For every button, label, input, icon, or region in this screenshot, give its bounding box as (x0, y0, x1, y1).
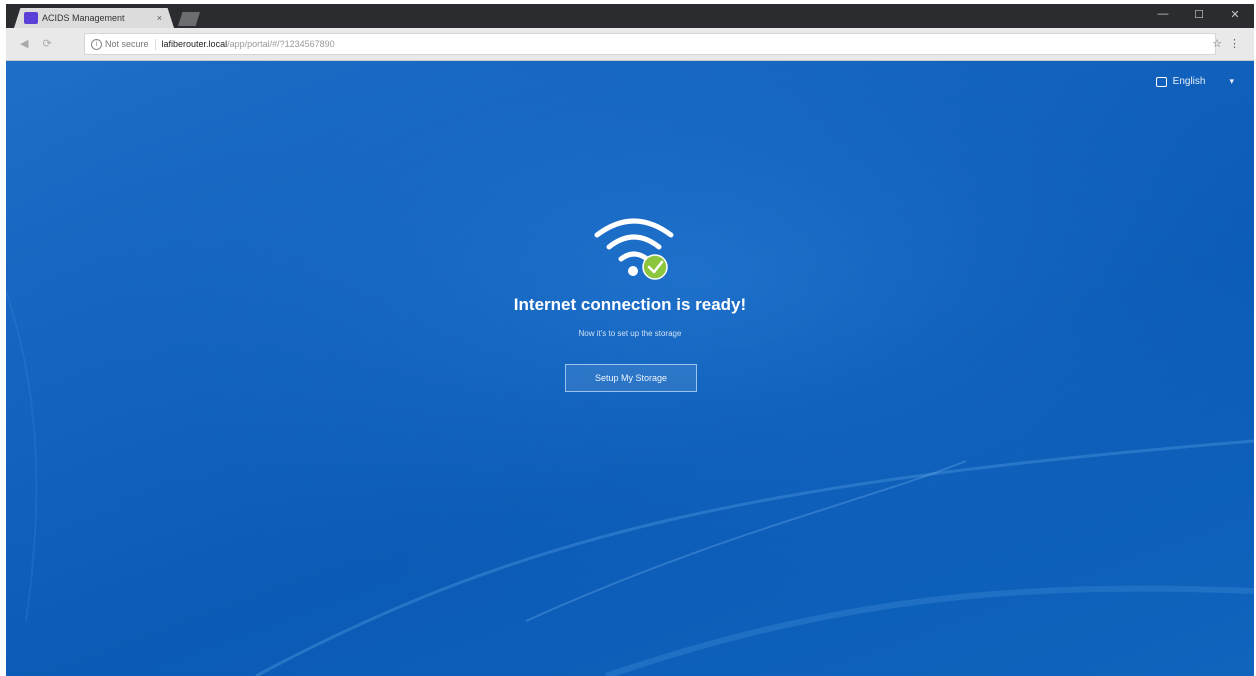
tab-bar: ACIDS Management × — ☐ ✕ (6, 4, 1254, 28)
maximize-icon[interactable]: ☐ (1192, 8, 1206, 21)
security-indicator[interactable]: i Not secure (91, 38, 156, 50)
chevron-down-icon: ▾ (1229, 76, 1234, 86)
tab-favicon-icon (24, 12, 38, 24)
browser-toolbar: ◀ ⟳ i Not secure lafiberouter.local /app… (6, 28, 1254, 61)
page-subtitle: Now it's to set up the storage (578, 329, 682, 338)
browser-tab[interactable]: ACIDS Management × (14, 8, 174, 28)
browser-window: ACIDS Management × — ☐ ✕ ◀ ⟳ i Not secur… (6, 4, 1254, 676)
security-label: Not secure (105, 39, 149, 49)
minimize-icon[interactable]: — (1156, 8, 1170, 21)
tab-close-icon[interactable]: × (157, 13, 162, 23)
bookmark-star-icon[interactable]: ☆ (1212, 37, 1222, 50)
setup-page: English ▾ Internet connection is ready! … (6, 61, 1254, 676)
url-path: /app/portal/#/?1234567890 (227, 39, 335, 49)
address-bar[interactable]: i Not secure lafiberouter.local /app/por… (84, 33, 1216, 55)
language-selector[interactable]: English ▾ (1155, 76, 1234, 87)
language-label: English (1172, 76, 1206, 87)
tab-title: ACIDS Management (42, 13, 125, 23)
browser-menu-icon[interactable]: ⋮ (1229, 37, 1240, 50)
reload-icon[interactable]: ⟳ (42, 37, 51, 50)
language-icon (1155, 76, 1167, 87)
new-tab-button[interactable] (178, 12, 200, 26)
wifi-connected-icon (594, 218, 674, 280)
setup-storage-button[interactable]: Setup My Storage (565, 364, 697, 392)
back-icon[interactable]: ◀ (20, 37, 28, 50)
page-title: Internet connection is ready! (513, 295, 747, 314)
info-icon: i (91, 38, 102, 50)
nav-buttons: ◀ ⟳ (20, 37, 52, 50)
url-host: lafiberouter.local (161, 39, 228, 49)
close-window-icon[interactable]: ✕ (1228, 8, 1242, 21)
window-controls: — ☐ ✕ (1156, 8, 1242, 21)
